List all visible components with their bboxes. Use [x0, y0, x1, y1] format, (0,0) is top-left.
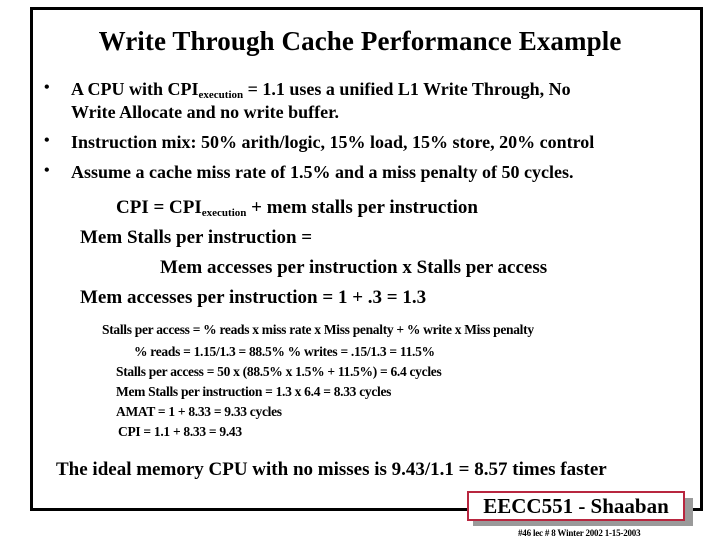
bullet-text: Assume a cache miss rate of 1.5% and a m…	[71, 162, 574, 182]
cpi-equation: CPI = CPIexecution + mem stalls per inst…	[116, 197, 478, 219]
calc-line: % reads = 1.15/1.3 = 88.5% % writes = .1…	[134, 344, 435, 359]
equation-part: + mem stalls per instruction	[246, 197, 478, 218]
equation-part: CPI = CPI	[116, 197, 202, 218]
calc-line: Stalls per access = % reads x miss rate …	[102, 322, 534, 337]
calc-line: Stalls per access = 50 x (88.5% x 1.5% +…	[116, 364, 442, 379]
bullet-text: A CPU with CPIexecution = 1.1 uses a uni…	[71, 79, 571, 101]
calc-line: Mem Stalls per instruction = 1.3 x 6.4 =…	[116, 384, 392, 399]
bullet-text: Instruction mix: 50% arith/logic, 15% lo…	[71, 132, 595, 152]
mem-stalls-expression: Mem accesses per instruction x Stalls pe…	[160, 257, 548, 278]
bullet-icon: •	[44, 162, 50, 179]
subscript: execution	[201, 207, 247, 219]
slide-title: Write Through Cache Performance Example	[98, 26, 622, 56]
calc-line: CPI = 1.1 + 8.33 = 9.43	[118, 424, 242, 439]
subscript: execution	[198, 89, 244, 101]
bullet-text: Write Allocate and no write buffer.	[71, 102, 339, 122]
mem-accesses-equation: Mem accesses per instruction = 1 + .3 = …	[80, 287, 427, 308]
bullet-text-part: = 1.1 uses a unified L1 Write Through, N…	[243, 79, 571, 99]
bullet-icon: •	[44, 132, 50, 149]
bullet-icon: •	[44, 79, 50, 96]
mem-stalls-label: Mem Stalls per instruction =	[80, 227, 313, 248]
footer-note: #46 lec # 8 Winter 2002 1-15-2003	[518, 528, 641, 538]
course-badge: EECC551 - Shaaban	[467, 491, 685, 521]
calc-line: AMAT = 1 + 8.33 = 9.33 cycles	[116, 404, 282, 419]
bullet-text-part: A CPU with CPI	[71, 79, 199, 99]
conclusion-text: The ideal memory CPU with no misses is 9…	[56, 459, 607, 480]
